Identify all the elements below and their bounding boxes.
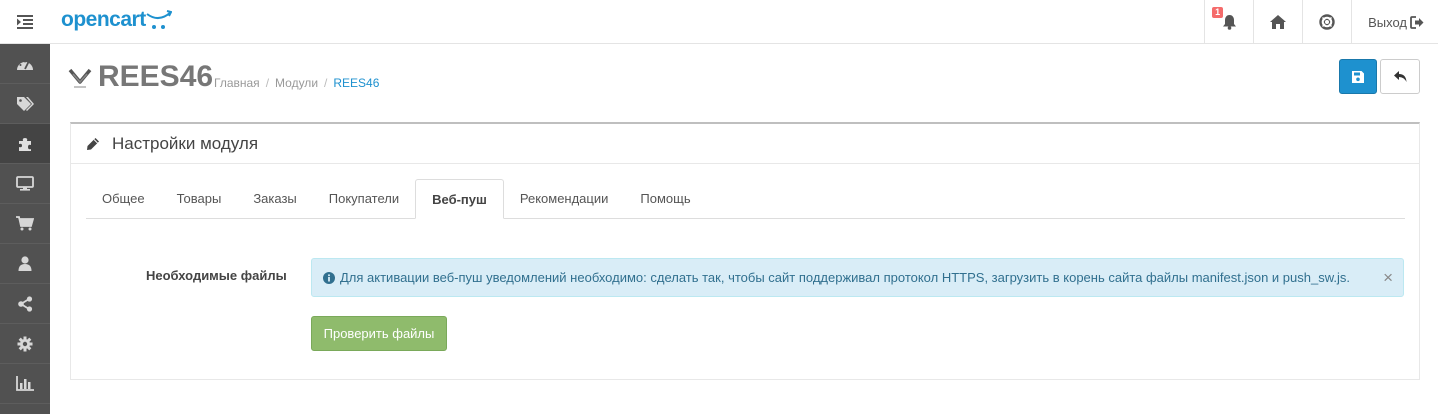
sign-out-icon [1410, 15, 1424, 29]
tab-products[interactable]: Товары [161, 179, 238, 219]
panel-title: Настройки модуля [112, 133, 259, 153]
dashboard-icon [17, 60, 33, 70]
panel-heading: Настройки модуля [71, 124, 1419, 164]
support-button[interactable] [1302, 0, 1351, 44]
info-circle-icon [323, 271, 335, 284]
required-files-label: Необходимые файлы [146, 268, 287, 283]
desktop-icon [16, 176, 34, 191]
life-ring-icon [1319, 14, 1335, 30]
rees46-logo-icon [68, 68, 92, 88]
logout-button[interactable]: Выход [1351, 0, 1438, 44]
tab-orders[interactable]: Заказы [237, 179, 312, 219]
tab-general[interactable]: Общее [86, 179, 161, 219]
alert-close-button[interactable]: × [1383, 269, 1393, 286]
sidebar-item-extensions[interactable] [0, 124, 50, 164]
page-header: REES46 [68, 60, 213, 94]
bell-icon [1222, 15, 1236, 30]
notification-badge: 1 [1212, 7, 1224, 18]
home-icon [1270, 15, 1287, 29]
module-settings-panel: Настройки модуля Общее Товары Заказы Пок… [70, 122, 1420, 380]
sidebar-item-marketing[interactable] [0, 284, 50, 324]
bar-chart-icon [16, 376, 34, 391]
sidebar-item-system[interactable] [0, 324, 50, 364]
sidebar-item-reports[interactable] [0, 364, 50, 404]
indent-icon [17, 15, 33, 29]
back-button[interactable] [1380, 59, 1420, 94]
cart-icon [16, 216, 34, 231]
sidebar [0, 44, 50, 414]
opencart-logo[interactable]: opencart [61, 8, 172, 32]
top-header: opencart 1 Выход [0, 0, 1438, 44]
logout-label: Выход [1368, 14, 1407, 30]
tags-icon [17, 96, 34, 111]
logo-text: opencart [61, 8, 146, 31]
share-icon [18, 295, 33, 312]
tab-recommendations[interactable]: Рекомендации [504, 179, 625, 219]
alert-text: Для активации веб-пуш уведомлений необхо… [340, 270, 1350, 285]
floppy-disk-icon [1352, 70, 1364, 83]
settings-tabs: Общее Товары Заказы Покупатели Веб-пуш Р… [86, 179, 1405, 219]
tab-customers[interactable]: Покупатели [313, 179, 415, 219]
puzzle-icon [19, 137, 31, 151]
breadcrumb-home[interactable]: Главная [214, 76, 260, 90]
home-button[interactable] [1253, 0, 1302, 44]
sidebar-item-catalog[interactable] [0, 84, 50, 124]
reply-icon [1393, 71, 1406, 82]
breadcrumb-separator: / [324, 76, 328, 90]
sidebar-item-customers[interactable] [0, 244, 50, 284]
notifications-button[interactable]: 1 [1204, 0, 1253, 44]
save-button[interactable] [1339, 59, 1377, 94]
sidebar-item-design[interactable] [0, 164, 50, 204]
tab-help[interactable]: Помощь [624, 179, 706, 219]
cog-icon [17, 336, 33, 351]
pencil-icon [87, 137, 99, 150]
menu-toggle-button[interactable] [0, 0, 50, 44]
sidebar-item-sales[interactable] [0, 204, 50, 244]
page-title: REES46 [98, 60, 214, 93]
user-icon [18, 256, 32, 271]
breadcrumb-modules[interactable]: Модули [275, 76, 318, 90]
check-files-button[interactable]: Проверить файлы [311, 316, 447, 351]
cart-logo-icon [146, 10, 172, 29]
breadcrumb-rees46[interactable]: REES46 [333, 76, 379, 90]
breadcrumb: Главная / Модули / REES46 [214, 76, 379, 90]
info-alert: Для активации веб-пуш уведомлений необхо… [311, 258, 1404, 297]
tab-web-push[interactable]: Веб-пуш [415, 179, 504, 219]
breadcrumb-separator: / [265, 76, 270, 90]
sidebar-item-dashboard[interactable] [0, 44, 50, 84]
